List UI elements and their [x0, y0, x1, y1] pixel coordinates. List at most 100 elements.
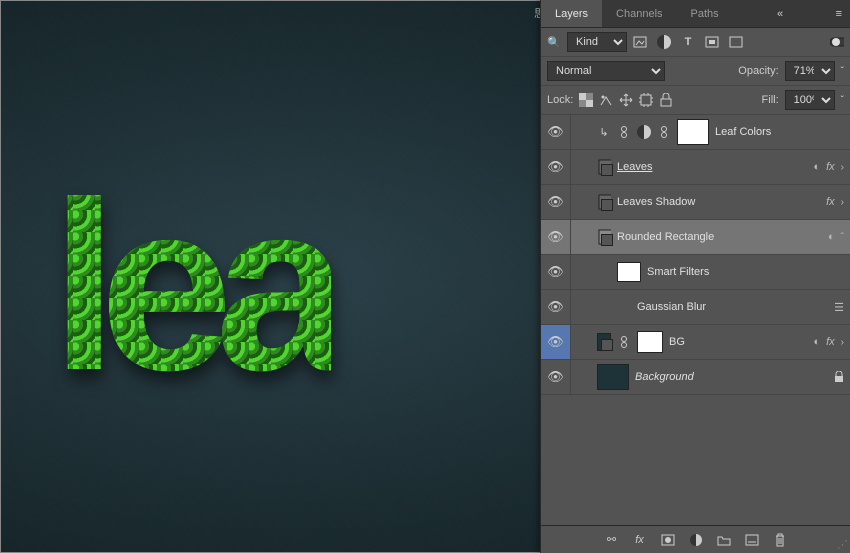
panel-collapse-icon[interactable]: «: [769, 8, 791, 20]
lock-transparency-icon[interactable]: [579, 93, 593, 107]
fx-badge[interactable]: fx: [826, 336, 835, 348]
eye-icon: 👁: [547, 194, 564, 210]
layer-name[interactable]: Leaf Colors: [715, 126, 771, 138]
layer-name: Smart Filters: [647, 266, 709, 278]
filter-type-icons: T: [633, 35, 743, 49]
opacity-scrubber-icon[interactable]: ˇ: [841, 66, 844, 77]
filter-toggle-switch[interactable]: [830, 35, 844, 49]
lock-image-icon[interactable]: [599, 93, 613, 107]
layer-mask-thumb[interactable]: [637, 331, 663, 353]
adjustment-icon: [637, 125, 651, 139]
adjustment-layer-icon[interactable]: [689, 533, 703, 547]
layer-style-icon[interactable]: fx: [633, 533, 647, 547]
lock-label: Lock:: [547, 94, 573, 106]
layer-rounded-rectangle[interactable]: 👁 Rounded Rectangle ◐ ˆ: [541, 220, 850, 255]
layer-name[interactable]: Gaussian Blur: [637, 301, 706, 313]
opacity-label: Opacity:: [738, 65, 778, 77]
link-layers-icon[interactable]: ⚯: [605, 533, 619, 547]
filter-smart-icon[interactable]: [729, 35, 743, 49]
fill-scrubber-icon[interactable]: ˇ: [841, 95, 844, 106]
layers-panel: Layers Channels Paths « ≡ 🔍 Kind T Norma…: [540, 0, 850, 553]
eye-icon: 👁: [547, 124, 564, 140]
lock-icon: [834, 371, 844, 383]
tab-paths[interactable]: Paths: [677, 0, 733, 27]
layer-smart-filters[interactable]: 👁 Smart Filters: [541, 255, 850, 290]
filter-options-icon[interactable]: ☰: [834, 301, 844, 314]
panel-footer: ⚯ fx ⋰: [541, 525, 850, 553]
layer-name[interactable]: Rounded Rectangle: [617, 231, 714, 243]
opacity-input[interactable]: 71%: [785, 61, 835, 81]
link-icon: [617, 125, 631, 139]
filter-adjustment-icon[interactable]: [657, 35, 671, 49]
visibility-toggle[interactable]: 👁: [541, 220, 571, 254]
smart-object-icon: [597, 160, 611, 174]
lock-all-icon[interactable]: [659, 93, 673, 107]
eye-icon: 👁: [547, 229, 564, 245]
tab-channels[interactable]: Channels: [602, 0, 676, 27]
fx-badge[interactable]: fx: [826, 161, 835, 173]
filter-kind-select[interactable]: Kind: [567, 32, 627, 52]
eye-icon: 👁: [547, 334, 564, 350]
clip-indicator-icon: ↳: [597, 125, 611, 139]
visibility-toggle[interactable]: 👁: [541, 115, 571, 149]
filter-applied-icon[interactable]: ◐: [813, 161, 820, 173]
visibility-toggle[interactable]: 👁: [541, 360, 571, 394]
chevron-up-icon[interactable]: ˆ: [841, 232, 844, 243]
layer-leaf-colors[interactable]: 👁 ↳ Leaf Colors: [541, 115, 850, 150]
visibility-toggle[interactable]: 👁: [541, 325, 571, 359]
eye-icon: 👁: [547, 264, 564, 280]
lock-position-icon[interactable]: [619, 93, 633, 107]
filter-pixel-icon[interactable]: [633, 35, 647, 49]
fill-label: Fill:: [762, 94, 779, 106]
blend-row: Normal Opacity: 71% ˇ: [541, 57, 850, 86]
smart-object-icon: [597, 195, 611, 209]
layer-leaves-shadow[interactable]: 👁 Leaves Shadow fx ›: [541, 185, 850, 220]
blend-mode-select[interactable]: Normal: [547, 61, 665, 81]
resize-grip-icon[interactable]: ⋰: [837, 538, 848, 551]
eye-icon: 👁: [547, 299, 564, 315]
layer-leaves[interactable]: 👁 Leaves ◐ fx ›: [541, 150, 850, 185]
layer-thumb[interactable]: [597, 364, 629, 390]
delete-layer-icon[interactable]: [773, 533, 787, 547]
filter-row: 🔍 Kind T: [541, 28, 850, 57]
visibility-toggle[interactable]: 👁: [541, 185, 571, 219]
fill-input[interactable]: 100%: [785, 90, 835, 110]
eye-icon: 👁: [547, 159, 564, 175]
layer-background[interactable]: 👁 Background: [541, 360, 850, 395]
layer-gaussian-blur[interactable]: 👁 Gaussian Blur ☰: [541, 290, 850, 325]
layer-mask-thumb[interactable]: [677, 119, 709, 145]
chevron-right-icon[interactable]: ›: [841, 337, 844, 348]
filter-applied-icon[interactable]: ◐: [828, 231, 835, 243]
panel-tabs: Layers Channels Paths « ≡: [541, 0, 850, 28]
filter-applied-icon[interactable]: ◐: [813, 336, 820, 348]
visibility-toggle[interactable]: 👁: [541, 290, 571, 324]
smart-object-icon: [597, 230, 611, 244]
layer-name[interactable]: Leaves: [617, 161, 652, 173]
lock-artboard-icon[interactable]: [639, 93, 653, 107]
chevron-right-icon[interactable]: ›: [841, 197, 844, 208]
fx-badge[interactable]: fx: [826, 196, 835, 208]
filter-type-icon[interactable]: T: [681, 35, 695, 49]
visibility-toggle[interactable]: 👁: [541, 255, 571, 289]
eye-icon: 👁: [547, 369, 564, 385]
leaf-text-art: lea: [51, 166, 331, 406]
layer-name[interactable]: BG: [669, 336, 685, 348]
link-mask-icon: [617, 335, 631, 349]
layer-name[interactable]: Background: [635, 371, 694, 383]
group-icon[interactable]: [717, 533, 731, 547]
panel-menu-icon[interactable]: ≡: [828, 8, 850, 20]
lock-icons: [579, 93, 673, 107]
lock-row: Lock: Fill: 100% ˇ: [541, 86, 850, 115]
search-icon: 🔍: [547, 35, 561, 49]
link-mask-icon: [657, 125, 671, 139]
filter-shape-icon[interactable]: [705, 35, 719, 49]
layer-name[interactable]: Leaves Shadow: [617, 196, 695, 208]
filter-mask-thumb[interactable]: [617, 262, 641, 282]
layer-mask-icon[interactable]: [661, 533, 675, 547]
visibility-toggle[interactable]: 👁: [541, 150, 571, 184]
layer-list: 👁 ↳ Leaf Colors 👁 Leaves ◐ fx ›: [541, 115, 850, 395]
new-layer-icon[interactable]: [745, 533, 759, 547]
tab-layers[interactable]: Layers: [541, 0, 602, 27]
layer-bg[interactable]: 👁 BG ◐ fx ›: [541, 325, 850, 360]
chevron-right-icon[interactable]: ›: [841, 162, 844, 173]
